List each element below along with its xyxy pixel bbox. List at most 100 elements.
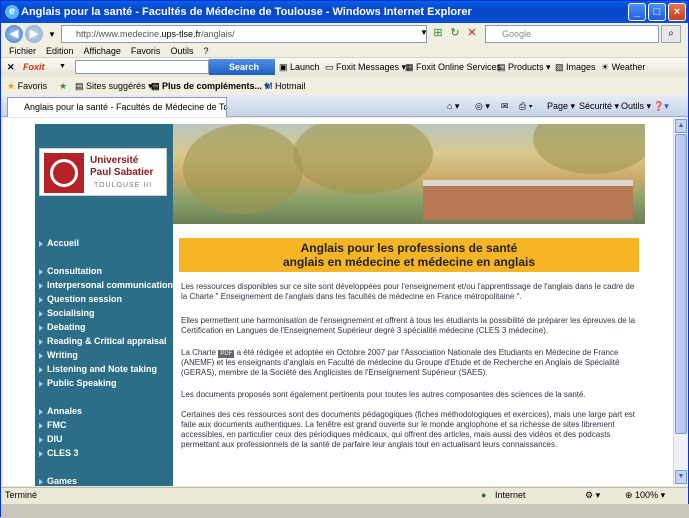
nav-public-speaking[interactable]: Public Speaking (35, 378, 173, 388)
paragraph-4: Les documents proposés sont également pe… (181, 390, 586, 399)
foxit-search-input[interactable] (75, 60, 209, 74)
nav-fmc[interactable]: FMC (35, 420, 173, 430)
hotmail-link[interactable]: M Hotmail (265, 77, 306, 95)
nav-accueil[interactable]: Accueil (35, 238, 173, 248)
banner-line2: anglais en médecine et médecine en angla… (282, 255, 536, 269)
menu-fichier[interactable]: Fichier (9, 45, 36, 57)
nav-consultation[interactable]: Consultation (35, 266, 173, 276)
close-button[interactable]: × (668, 3, 686, 21)
zoom-control[interactable]: ⊕ 100% ▾ (625, 488, 665, 503)
security-menu[interactable]: Sécurité ▾ (579, 98, 619, 114)
foxit-dropdown-icon[interactable]: ▼ (59, 58, 66, 76)
vertical-scrollbar[interactable]: ▲ ▼ (673, 118, 688, 486)
add-favorite-icon[interactable]: ★ (59, 77, 67, 95)
nav-socialising[interactable]: Socialising (35, 308, 173, 318)
search-input[interactable]: Google (485, 25, 659, 43)
header-photo (173, 124, 645, 224)
favorites-star-icon: ★ (7, 81, 16, 91)
nav-cles3[interactable]: CLES 3 (35, 448, 173, 458)
globe-icon: ● (481, 490, 487, 500)
search-go-button[interactable]: ⌕ (661, 25, 681, 43)
paragraph-5: Certaines des ces ressources sont des do… (181, 410, 636, 449)
nav-games[interactable]: Games (35, 476, 173, 486)
home-icon[interactable]: ⌂ ▾ (447, 98, 459, 114)
forward-button[interactable]: ▶ (25, 25, 43, 43)
university-logo[interactable]: Université Paul Sabatier TOULOUSE III (39, 148, 167, 196)
menu-edition[interactable]: Edition (46, 45, 74, 57)
compat-view-icon[interactable]: ⊞ (431, 26, 445, 40)
menu-affichage[interactable]: Affichage (84, 45, 121, 57)
window-title: Anglais pour la santé - Facultés de Méde… (21, 6, 472, 18)
menu-favoris[interactable]: Favoris (131, 45, 161, 57)
stop-icon[interactable]: ✕ (465, 26, 479, 40)
tab-title: Anglais pour la santé - Facultés de Méde… (24, 102, 227, 112)
nav-question-session[interactable]: Question session (35, 294, 173, 304)
toolbar-products[interactable]: ▤ Products ▾ (497, 58, 551, 76)
tab-bar: Anglais pour la santé - Facultés de Méde… (1, 95, 688, 117)
tab-active[interactable]: Anglais pour la santé - Facultés de Méde… (7, 97, 227, 117)
nav-listening-note-taking[interactable]: Listening and Note taking (35, 364, 173, 374)
title-bar: e Anglais pour la santé - Facultés de Mé… (1, 1, 688, 23)
menu-help[interactable]: ? (203, 45, 208, 57)
toolbar-weather[interactable]: ☀ Weather (601, 58, 645, 76)
favorites-bar: ★ Favoris ★ ▤ Sites suggérés ▾ ▤ Plus de… (1, 77, 688, 95)
hotmail-label: Hotmail (275, 81, 306, 91)
page-menu[interactable]: Page ▾ (547, 98, 575, 114)
suggested-sites-label: Sites suggérés (86, 81, 146, 91)
para3-rest: a été rédigée et adoptée en Octobre 2007… (181, 348, 620, 377)
nav-annales[interactable]: Annales (35, 406, 173, 416)
paragraph-3: La Charte PDF a été rédigée et adoptée e… (181, 348, 641, 378)
back-button[interactable]: ◀ (5, 25, 23, 43)
toolbar-images[interactable]: ▨ Images (555, 58, 596, 76)
suggested-sites[interactable]: ▤ Sites suggérés ▾ (75, 77, 153, 95)
tools-menu[interactable]: Outils ▾ (621, 98, 651, 114)
security-menu-label: Sécurité (579, 101, 613, 111)
minimize-button[interactable]: _ (628, 3, 646, 21)
status-bar: Terminé ● Internet ⚙ ▾ ⊕ 100% ▾ (1, 487, 688, 503)
toolbar-launch-label: Launch (290, 62, 320, 72)
refresh-icon[interactable]: ↻ (448, 26, 462, 40)
pdf-icon[interactable]: PDF (218, 350, 235, 358)
nav-reading-critical-appraisal[interactable]: Reading & Critical appraisal (35, 336, 173, 346)
protected-mode-icon[interactable]: ⚙ ▾ (585, 488, 600, 503)
menu-outils[interactable]: Outils (170, 45, 193, 57)
url-field[interactable]: http://www.medecine.ups-tlse.fr/anglais/ (61, 25, 427, 43)
logo-line1: Université (90, 155, 139, 166)
url-dropdown-icon[interactable]: ▼ (417, 26, 431, 40)
main-content: Anglais pour les professions de santé an… (173, 224, 645, 486)
para3-start: La Charte (181, 348, 217, 357)
feeds-icon[interactable]: ◎ ▾ (475, 98, 490, 114)
history-dropdown-icon[interactable]: ▼ (45, 28, 59, 42)
zoom-value: 100% (635, 490, 659, 500)
foxit-search-button[interactable]: Search (209, 59, 275, 75)
maximize-button[interactable]: □ (648, 3, 666, 21)
toolbar-foxit-online-services[interactable]: ▦ Foxit Online Services (405, 58, 501, 76)
paragraph-2: Elles permettent une harmonisation de l'… (181, 316, 636, 335)
mail-icon[interactable]: ✉ (501, 98, 509, 114)
nav-debating[interactable]: Debating (35, 322, 173, 332)
url-suffix: /anglais/ (201, 29, 235, 39)
paragraph-1: Les ressources disponibles sur ce site s… (181, 282, 635, 301)
toolbar-images-label: Images (566, 62, 596, 72)
scroll-thumb[interactable] (675, 134, 687, 434)
toolbar-launch[interactable]: ▣ Launch (279, 58, 320, 76)
nav-writing[interactable]: Writing (35, 350, 173, 360)
favorites-label: Favoris (17, 81, 48, 91)
logo-line3: TOULOUSE III (94, 182, 153, 189)
foxit-search-label: Search (229, 62, 260, 72)
page-title-banner: Anglais pour les professions de santé an… (179, 238, 639, 272)
nav-interpersonal-communication[interactable]: Interpersonal communication (35, 280, 173, 290)
scroll-up-icon[interactable]: ▲ (675, 119, 687, 133)
page-menu-label: Page (547, 101, 569, 111)
taskbar-strip (1, 504, 689, 518)
more-addons-label: Plus de compléments... (162, 81, 263, 91)
scroll-down-icon[interactable]: ▼ (675, 470, 687, 484)
toolbar-foxit-messages[interactable]: ▭ Foxit Messages ▾ (325, 58, 406, 76)
foxit-brand[interactable]: Foxit (23, 58, 45, 76)
toolbar-close-icon[interactable]: ✕ (7, 58, 15, 76)
help-icon[interactable]: ❓▾ (653, 98, 669, 114)
print-icon[interactable]: ⎙ ▾ (519, 98, 532, 114)
more-addons[interactable]: ▤ Plus de compléments... ▾ (151, 77, 269, 95)
favorites-button[interactable]: ★ Favoris (7, 77, 47, 95)
nav-diu[interactable]: DIU (35, 434, 173, 444)
